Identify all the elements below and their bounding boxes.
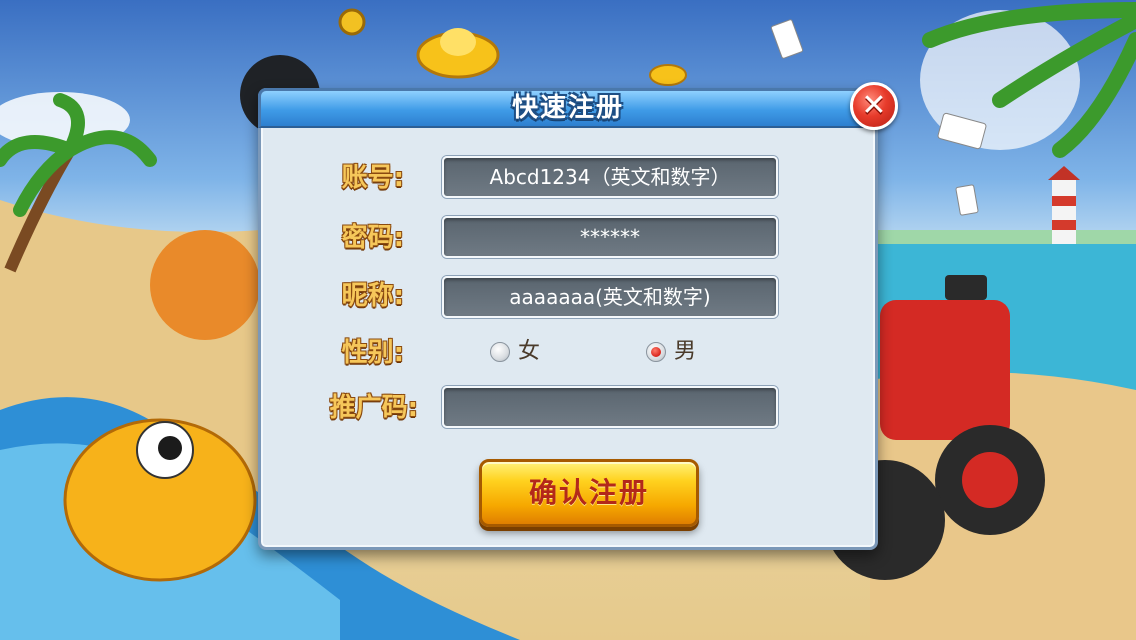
gender-male-label[interactable]: 男 [674,337,696,367]
nickname-input[interactable] [442,276,778,318]
gender-label: 性别: [341,338,404,368]
account-label: 账号: [341,163,404,193]
gender-female-label[interactable]: 女 [518,337,540,367]
fish-character-graphic [63,418,257,582]
password-input[interactable] [442,216,778,258]
beach-graphic [870,372,1136,640]
playing-card-graphic [955,184,979,216]
referral-code-input[interactable] [442,386,778,428]
sea-graphic [870,240,1136,390]
confirm-register-button[interactable]: 确认注册 [479,459,699,527]
confirm-register-label: 确认注册 [528,476,649,509]
close-button[interactable]: ✕ [850,82,898,130]
coin-graphic [338,8,366,36]
playing-card-graphic [937,112,987,150]
tractor-graphic [880,300,1010,440]
cloud-graphic [920,10,1080,150]
dialog-title: 快速注册 [511,93,624,123]
gold-ingot-graphic [416,31,500,79]
bull-character-graphic [150,230,260,340]
gold-ingot-graphic [649,64,687,86]
referral-code-label: 推广码: [329,393,418,423]
cloud-graphic [0,92,130,148]
beach-graphic [0,200,260,640]
account-input[interactable] [442,156,778,198]
close-x-icon: ✕ [861,88,887,123]
palm-tree-graphic [922,2,1136,158]
lighthouse-graphic [1052,180,1076,244]
shore-graphic [870,230,1136,244]
gender-male-radio[interactable] [646,342,666,362]
palm-tree-graphic [4,146,76,273]
playing-card-graphic [770,19,804,59]
password-label: 密码: [341,223,404,253]
nickname-label: 昵称: [341,281,404,311]
gender-female-radio[interactable] [490,342,510,362]
